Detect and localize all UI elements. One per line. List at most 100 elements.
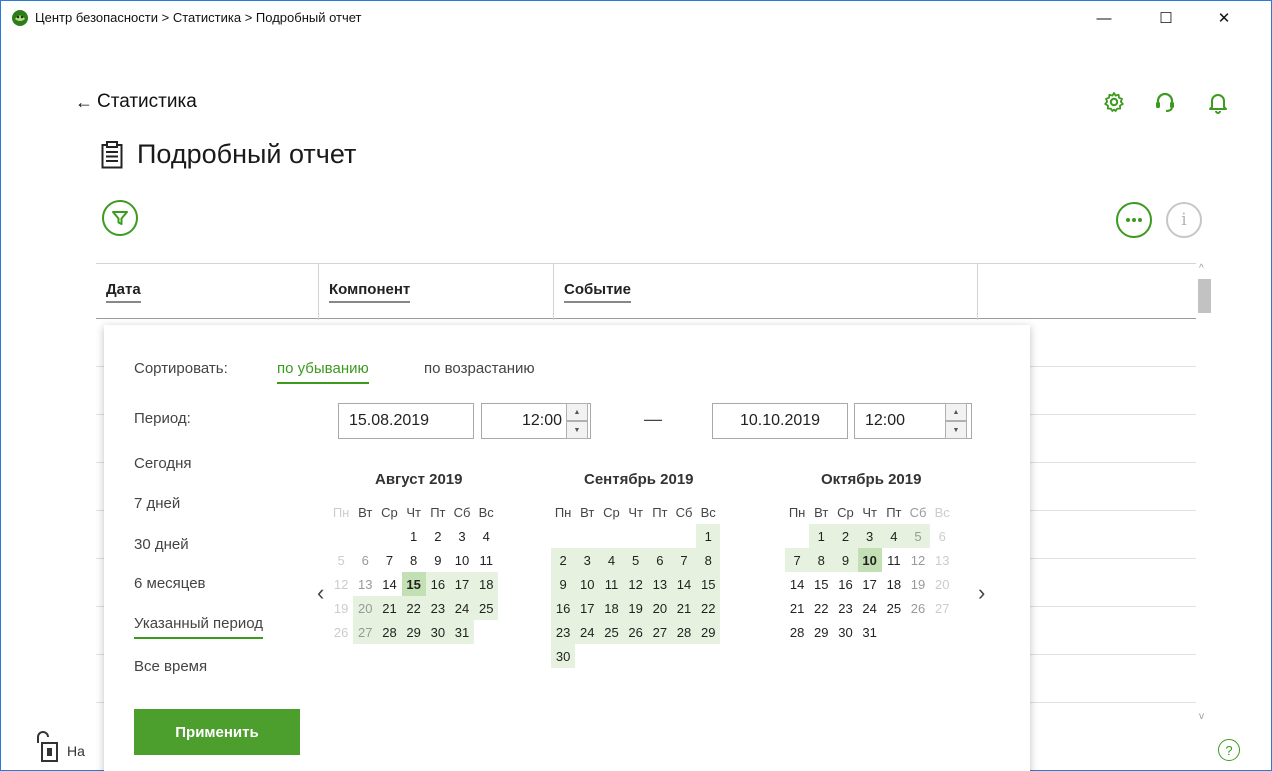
support-icon[interactable]	[1153, 90, 1177, 114]
calendar-day[interactable]: 16	[551, 596, 576, 620]
calendar-day[interactable]: 12	[623, 572, 648, 596]
calendar-day[interactable]: 11	[882, 548, 906, 572]
to-time-spinner[interactable]: ▲ ▼	[945, 403, 967, 439]
calendar-day[interactable]: 2	[833, 524, 858, 548]
calendar-day[interactable]: 15	[809, 572, 833, 596]
calendar-day[interactable]: 2	[426, 524, 450, 548]
spin-up-icon[interactable]: ▲	[566, 403, 588, 421]
from-date-input[interactable]: 15.08.2019	[338, 403, 474, 439]
calendar-day[interactable]: 27	[353, 620, 378, 644]
calendar-day[interactable]: 25	[474, 596, 499, 620]
calendar-day[interactable]: 11	[599, 572, 624, 596]
calendar-day[interactable]: 8	[402, 548, 426, 572]
calendar-day[interactable]: 20	[647, 596, 672, 620]
calendar-day[interactable]: 13	[930, 548, 954, 572]
calendar-day-selected[interactable]: 10	[857, 548, 882, 572]
calendar-day[interactable]: 1	[402, 524, 426, 548]
calendar-day[interactable]: 14	[377, 572, 401, 596]
calendar-day[interactable]: 17	[575, 596, 600, 620]
calendar-day[interactable]: 18	[474, 572, 499, 596]
calendar-day[interactable]: 18	[599, 596, 624, 620]
calendar-day[interactable]: 3	[857, 524, 882, 548]
calendar-day[interactable]: 21	[671, 596, 697, 620]
help-icon[interactable]: ?	[1218, 739, 1240, 761]
calendar-day[interactable]: 14	[671, 572, 697, 596]
calendar-day[interactable]: 7	[785, 548, 810, 572]
calendar-day[interactable]: 14	[785, 572, 809, 596]
sort-descending-option[interactable]: по убыванию	[277, 360, 369, 384]
calendar-day[interactable]: 23	[551, 620, 576, 644]
calendar-day[interactable]: 11	[474, 548, 498, 572]
calendar-day[interactable]: 9	[833, 548, 858, 572]
calendar-day[interactable]: 24	[449, 596, 475, 620]
more-options-button[interactable]	[1116, 202, 1152, 238]
back-link[interactable]: ← Статистика	[75, 91, 197, 113]
from-time-spinner[interactable]: ▲ ▼	[566, 403, 588, 439]
calendar-day[interactable]: 16	[833, 572, 857, 596]
spin-up-icon[interactable]: ▲	[945, 403, 967, 421]
calendar-day[interactable]: 16	[425, 572, 450, 596]
calendar-day[interactable]: 22	[696, 596, 721, 620]
calendar-day[interactable]: 28	[785, 620, 809, 644]
info-button[interactable]: i	[1166, 202, 1202, 238]
calendar-day[interactable]: 12	[329, 572, 353, 596]
scroll-down-icon[interactable]: v	[1199, 711, 1204, 722]
close-button[interactable]: ✕	[1201, 1, 1247, 35]
calendar-day[interactable]: 29	[696, 620, 721, 644]
calendar-day[interactable]: 15	[696, 572, 721, 596]
calendar-day[interactable]: 20	[930, 572, 954, 596]
spin-down-icon[interactable]: ▼	[566, 421, 588, 439]
calendar-day[interactable]: 13	[647, 572, 672, 596]
settings-icon[interactable]	[1102, 90, 1126, 114]
calendar-day[interactable]: 6	[647, 548, 672, 572]
calendar-day[interactable]: 10	[575, 572, 600, 596]
spin-down-icon[interactable]: ▼	[945, 421, 967, 439]
calendar-day[interactable]: 17	[449, 572, 475, 596]
maximize-button[interactable]: ☐	[1143, 1, 1189, 35]
calendar-day[interactable]: 30	[551, 644, 576, 668]
period-30-days[interactable]: 30 дней	[134, 536, 189, 553]
to-date-input[interactable]: 10.10.2019	[712, 403, 848, 439]
period-6-months[interactable]: 6 месяцев	[134, 575, 206, 592]
calendar-day[interactable]: 9	[551, 572, 576, 596]
calendar-day[interactable]: 27	[930, 596, 954, 620]
period-today[interactable]: Сегодня	[134, 455, 192, 472]
calendar-day[interactable]: 5	[329, 548, 353, 572]
calendar-day[interactable]: 3	[575, 548, 600, 572]
calendar-day[interactable]: 30	[833, 620, 857, 644]
previous-month-button[interactable]: ‹	[317, 580, 324, 606]
calendar-day[interactable]: 5	[905, 524, 931, 548]
calendar-day[interactable]: 6	[353, 548, 377, 572]
filter-button[interactable]	[102, 200, 138, 236]
calendar-day[interactable]: 25	[882, 596, 906, 620]
calendar-day[interactable]: 8	[696, 548, 721, 572]
calendar-day[interactable]: 23	[833, 596, 857, 620]
calendar-day[interactable]: 29	[809, 620, 833, 644]
calendar-day[interactable]: 26	[623, 620, 648, 644]
scroll-thumb[interactable]	[1198, 279, 1211, 313]
calendar-day[interactable]: 19	[329, 596, 353, 620]
calendar-day[interactable]: 19	[906, 572, 930, 596]
calendar-day[interactable]: 12	[906, 548, 930, 572]
calendar-day[interactable]: 24	[858, 596, 882, 620]
unlock-icon[interactable]	[33, 729, 63, 763]
calendar-day[interactable]: 1	[696, 524, 721, 548]
calendar-day[interactable]: 26	[329, 620, 353, 644]
calendar-day[interactable]: 13	[353, 572, 377, 596]
calendar-day[interactable]: 7	[671, 548, 697, 572]
notifications-icon[interactable]	[1206, 90, 1230, 114]
apply-button[interactable]: Применить	[134, 709, 300, 755]
calendar-day[interactable]: 27	[647, 620, 672, 644]
calendar-day[interactable]: 1	[809, 524, 834, 548]
period-custom[interactable]: Указанный период	[134, 615, 263, 639]
calendar-day[interactable]: 7	[377, 548, 401, 572]
calendar-day[interactable]: 22	[809, 596, 833, 620]
scroll-up-icon[interactable]: ^	[1199, 263, 1204, 274]
calendar-day[interactable]: 3	[450, 524, 474, 548]
calendar-day[interactable]: 30	[425, 620, 450, 644]
column-header-component[interactable]: Компонент	[319, 264, 554, 320]
calendar-day[interactable]: 21	[377, 596, 402, 620]
calendar-day[interactable]: 4	[474, 524, 498, 548]
column-header-date[interactable]: Дата	[96, 264, 319, 320]
sort-ascending-option[interactable]: по возрастанию	[424, 360, 535, 377]
